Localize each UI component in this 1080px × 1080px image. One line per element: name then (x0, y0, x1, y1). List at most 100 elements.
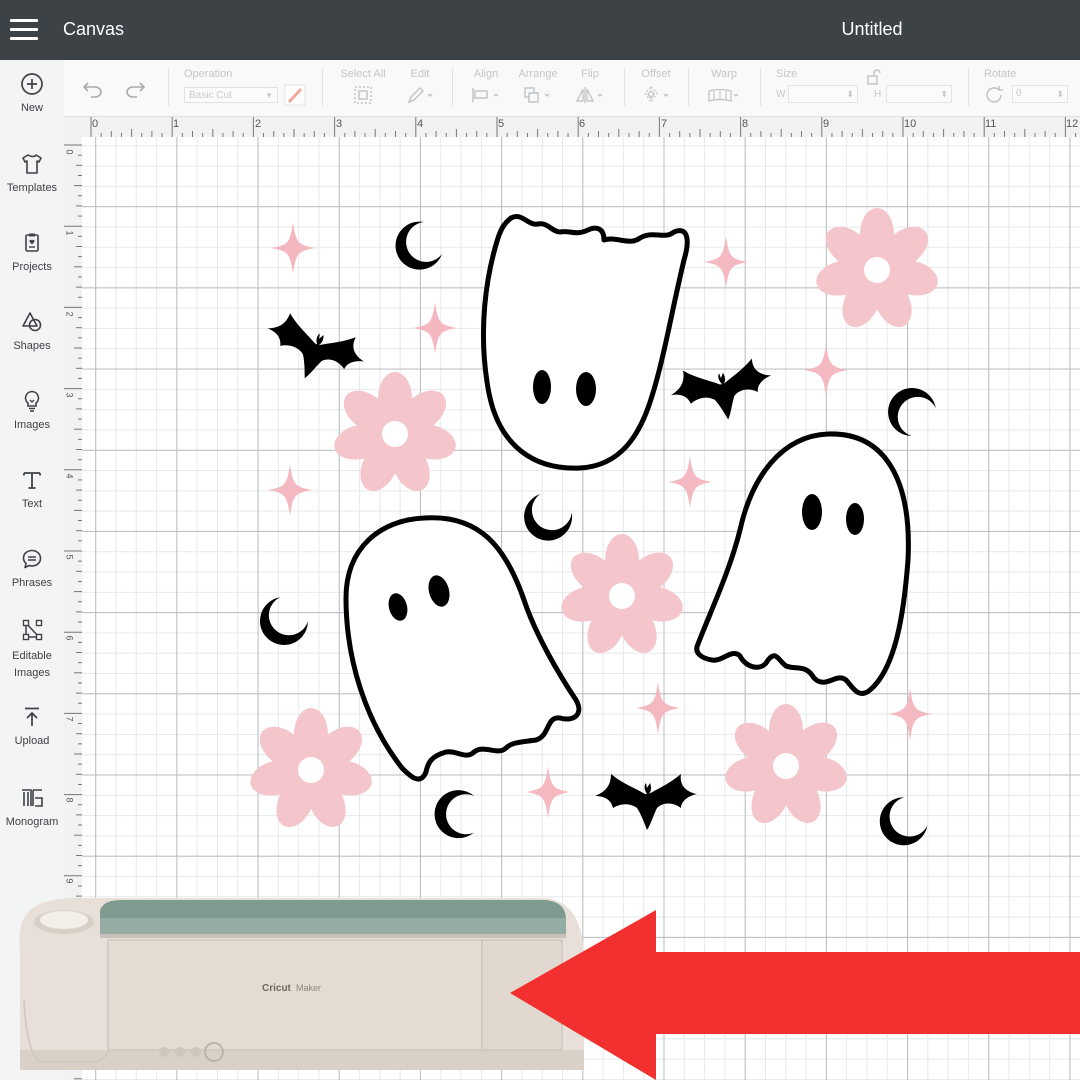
text-icon (23, 472, 41, 489)
top-bar: Canvas Untitled (0, 0, 1080, 60)
sidebar-label-text: Text (21, 498, 43, 510)
ruler-label: 0 (64, 149, 75, 155)
sidebar-label-phrases: Phrases (11, 577, 53, 589)
operation-value: Basic Cut (189, 90, 232, 101)
ruler-ticks (90, 117, 1077, 137)
undo-icon[interactable] (82, 80, 104, 98)
lock-icon[interactable] (864, 68, 884, 86)
toolbar-divider (322, 68, 323, 106)
shapes-icon (22, 312, 42, 332)
projects-icon (25, 233, 39, 252)
sidebar-label-images: Images (13, 419, 51, 431)
machine-model: Maker (296, 983, 321, 993)
document-title[interactable]: Untitled (812, 19, 932, 40)
caret-down-icon: ▼ (265, 91, 273, 100)
offset-label: Offset (641, 68, 671, 80)
arrange-icon[interactable] (521, 85, 555, 105)
sidebar-label-monogram: Monogram (5, 816, 59, 828)
arrange-group: Arrange (514, 68, 562, 110)
rotate-group: Rotate (984, 68, 1016, 81)
sidebar-item-text[interactable]: Text (0, 468, 64, 513)
toolbar-divider (168, 68, 169, 106)
align-group: Align (466, 68, 506, 110)
sidebar-label-templates: Templates (6, 182, 58, 194)
rotate-label: Rotate (984, 68, 1017, 80)
sidebar-item-images[interactable]: Images (0, 389, 64, 434)
app-title: Canvas (63, 19, 125, 39)
edit-pencil-icon[interactable] (405, 85, 435, 105)
plus-circle-icon (21, 73, 43, 95)
warp-icon[interactable] (706, 85, 742, 105)
warp-label: Warp (711, 68, 737, 80)
redo-icon[interactable] (124, 80, 146, 98)
upload-icon (25, 707, 39, 726)
rotate-icon (986, 86, 1003, 103)
sidebar-item-shapes[interactable]: Shapes (0, 310, 64, 355)
sidebar-label-new: New (20, 102, 43, 114)
edit-group: Edit (402, 68, 438, 110)
lightbulb-icon (24, 390, 40, 412)
sidebar-label-shapes: Shapes (13, 340, 51, 352)
toolbar-divider (760, 68, 761, 106)
shirt-icon (22, 154, 42, 174)
ruler-label: 11 (985, 118, 997, 130)
ruler-label: 3 (64, 392, 75, 398)
ruler-label: 1 (173, 118, 180, 130)
stepper-icon: ⬍ (846, 89, 854, 99)
sidebar-item-monogram[interactable]: Monogram (0, 786, 64, 831)
flip-icon[interactable] (573, 85, 607, 105)
width-input[interactable]: ⬍ (788, 85, 858, 103)
warp-group: Warp (704, 68, 744, 110)
ruler-label: 10 (904, 118, 917, 130)
edit-label: Edit (410, 68, 430, 80)
rotate-input[interactable]: 0 ⬍ (1012, 85, 1068, 103)
sidebar-item-editable-images[interactable]: Editable Images (0, 618, 64, 682)
menu-icon[interactable] (10, 19, 38, 41)
operation-label: Operation (184, 68, 233, 80)
ruler-label: 8 (742, 118, 749, 130)
flip-group: Flip (572, 68, 608, 110)
align-icon[interactable] (469, 85, 503, 105)
sidebar-item-projects[interactable]: Projects (0, 231, 64, 276)
horizontal-ruler: 0 1 2 3 4 5 6 7 8 9 10 11 12 (64, 117, 1080, 138)
ruler-label: 7 (661, 118, 668, 130)
operation-select[interactable]: Basic Cut ▼ (184, 87, 278, 103)
sidebar-item-phrases[interactable]: Phrases (0, 547, 64, 592)
linetype-color-icon[interactable] (284, 84, 306, 106)
stepper-icon: ⬍ (940, 89, 948, 99)
ruler-label: 4 (417, 118, 424, 130)
ruler-label: 9 (823, 118, 830, 130)
ruler-label: 6 (64, 635, 75, 641)
ruler-label: 3 (336, 118, 343, 130)
ruler-label: 0 (92, 118, 99, 130)
select-all-icon[interactable] (353, 85, 373, 105)
stepper-icon: ⬍ (1056, 89, 1064, 99)
toolbar-divider (968, 68, 969, 106)
ruler-label: 2 (64, 311, 75, 317)
toolbar-divider (452, 68, 453, 106)
sidebar-label-editable: Editable (12, 650, 52, 662)
edit-toolbar: Operation Basic Cut ▼ Select All Edit Ali… (64, 60, 1080, 117)
arrange-label: Arrange (518, 68, 558, 80)
size-w-label: W (776, 89, 786, 100)
sidebar-item-new[interactable]: New (0, 72, 64, 117)
operation-group: Operation (184, 68, 232, 81)
monogram-icon (22, 789, 43, 807)
sidebar-item-templates[interactable]: Templates (0, 152, 64, 197)
size-label: Size (776, 68, 798, 80)
sidebar-item-upload[interactable]: Upload (0, 705, 64, 750)
sidebar-label-upload: Upload (14, 735, 50, 747)
offset-group: Offset (636, 68, 676, 110)
rotate-value: 0 (1016, 88, 1022, 99)
red-arrow (510, 910, 1080, 1080)
ruler-label: 5 (498, 118, 505, 130)
ruler-label: 5 (64, 554, 75, 560)
machine-brand: Cricut (262, 983, 292, 994)
height-input[interactable]: ⬍ (886, 85, 952, 103)
toolbar-divider (624, 68, 625, 106)
offset-icon[interactable] (639, 85, 673, 105)
ruler-label: 8 (64, 797, 75, 803)
ruler-label: 7 (64, 716, 75, 722)
select-all-group: Select All (337, 68, 389, 110)
ruler-label: 2 (255, 118, 262, 130)
